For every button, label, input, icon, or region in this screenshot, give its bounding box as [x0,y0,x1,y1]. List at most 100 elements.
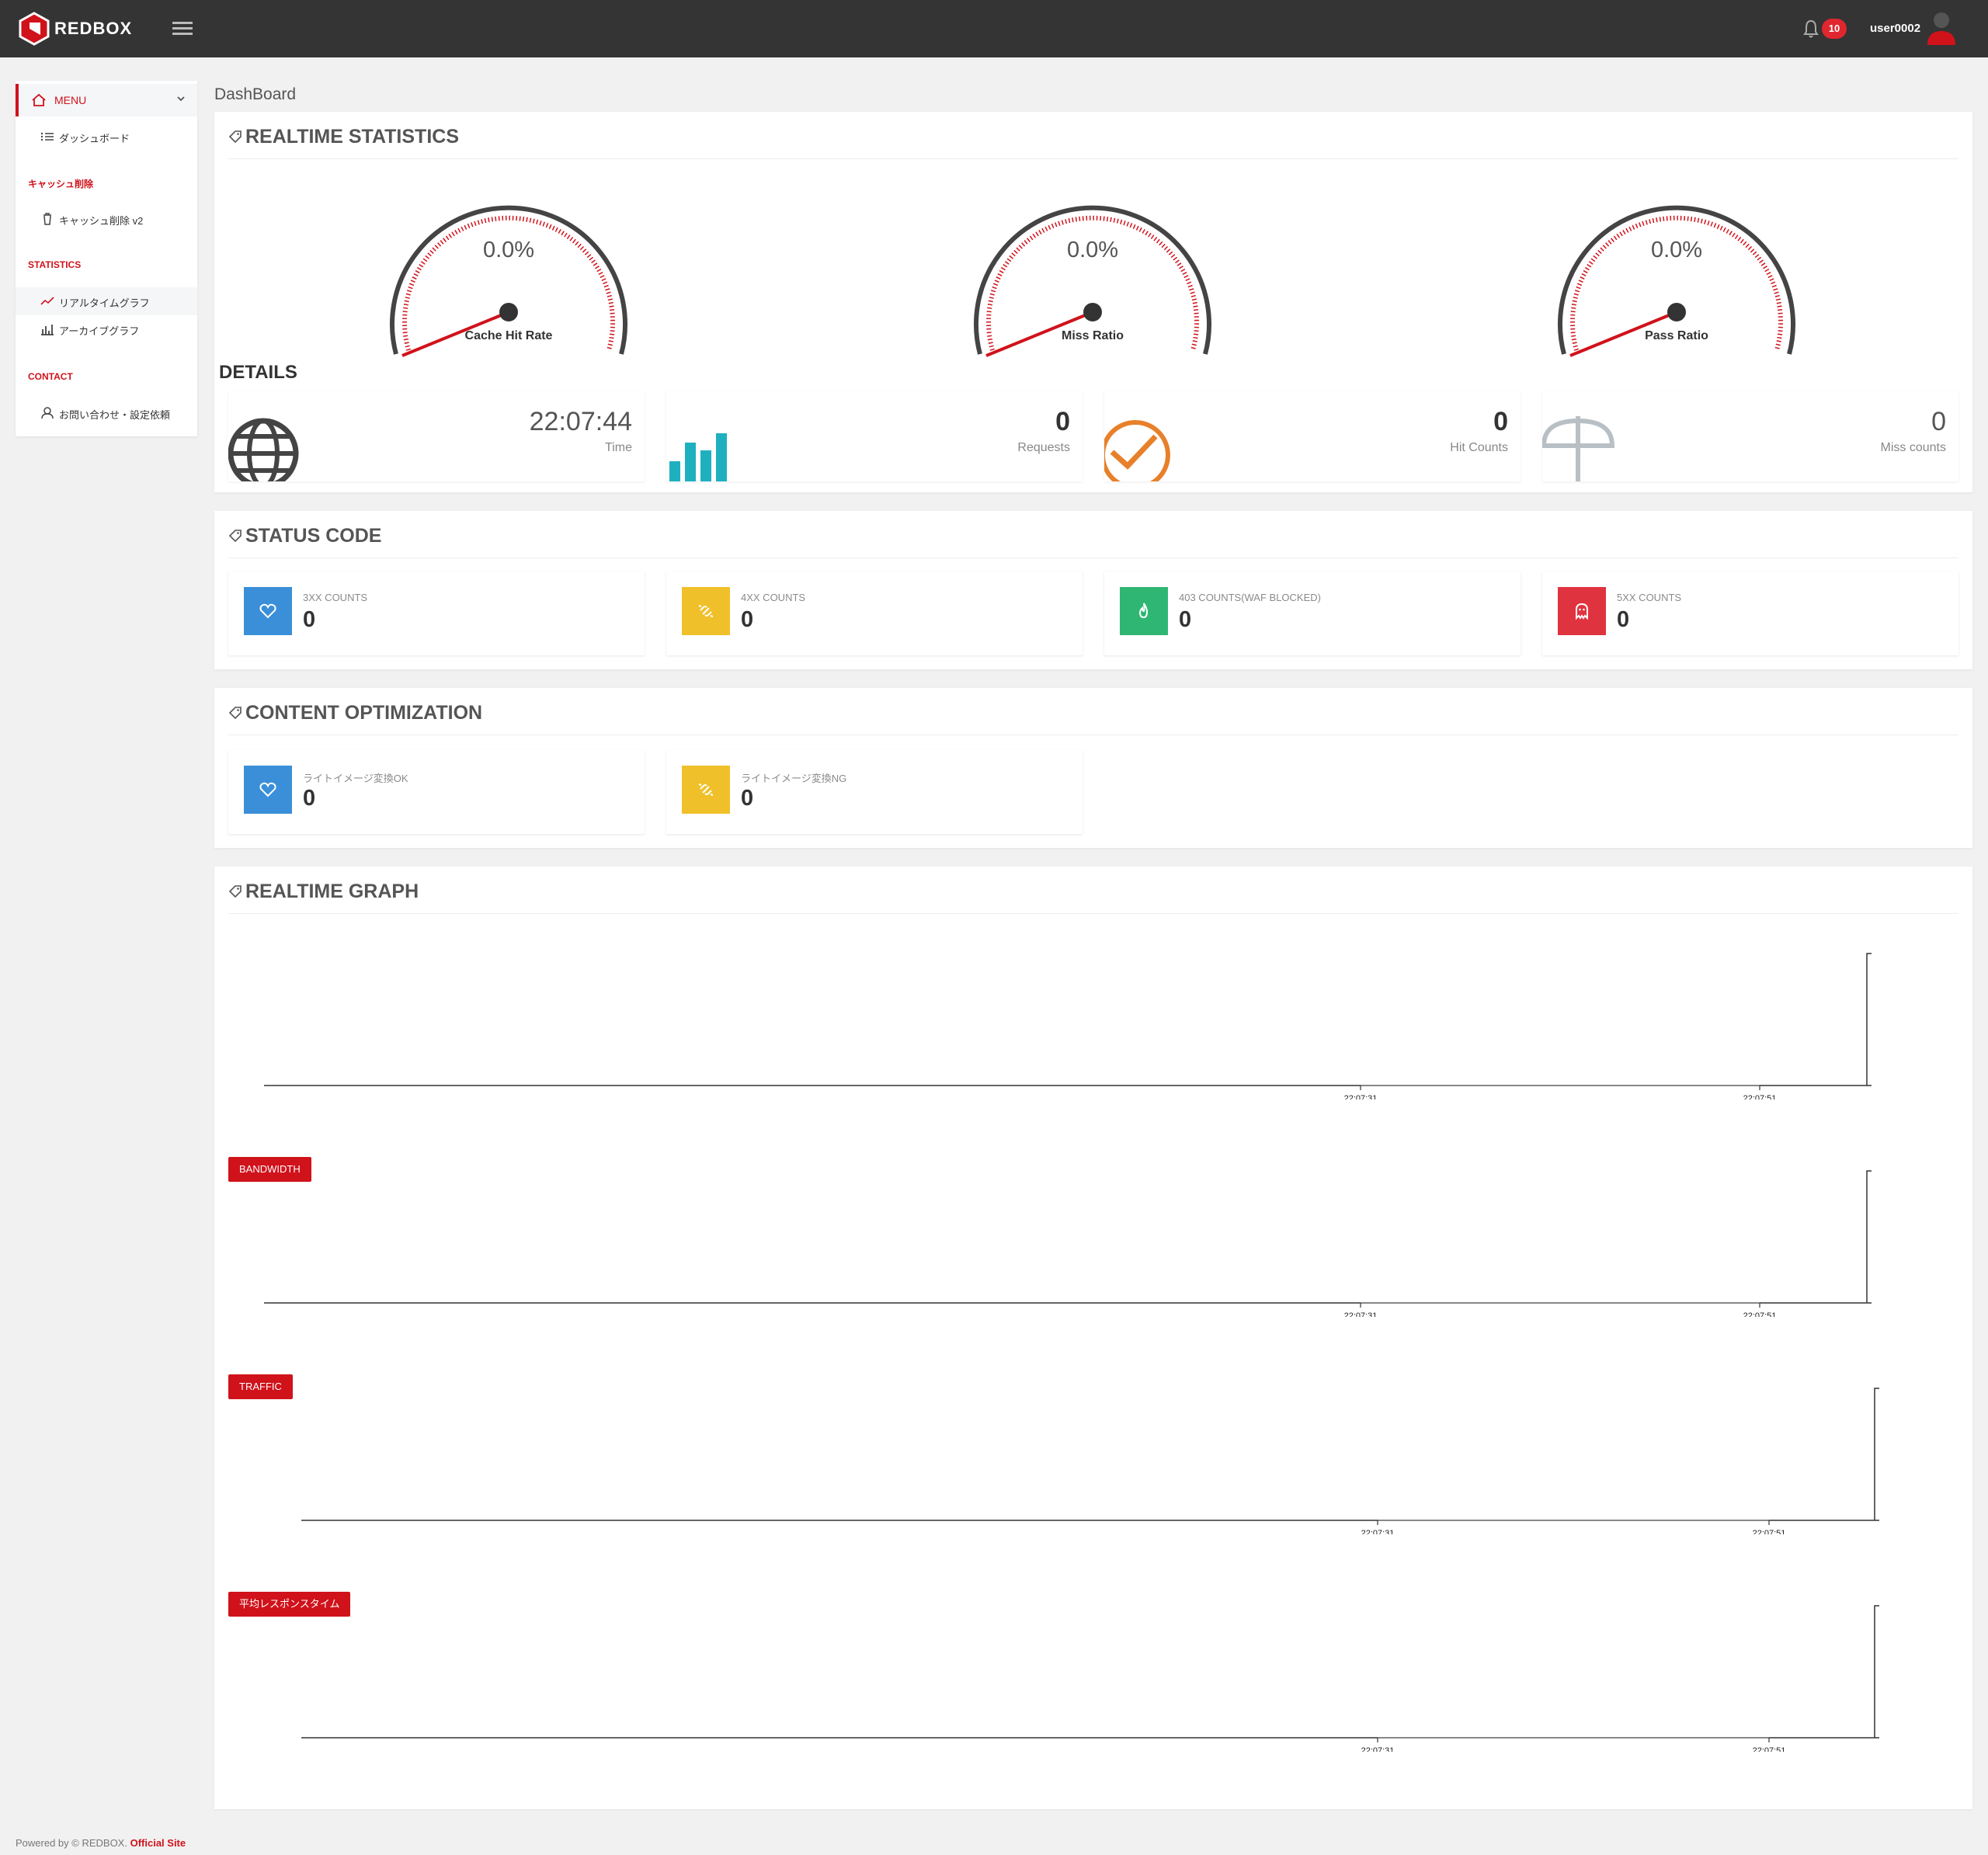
gauge-label: Miss Ratio [1061,329,1124,342]
x-tick-label: 22:07:31 [1361,1746,1395,1752]
top-bar: REDBOX 10 user0002 [0,0,1988,57]
content-optimization-panel: CONTENT OPTIMIZATION ライトイメージ変換OK 0 ライトイメ… [214,688,1972,848]
stat-card-light-image-ok: ライトイメージ変換OK 0 [228,750,645,834]
sidebar-section-contact: CONTACT [28,371,73,382]
divider [228,913,1958,914]
panel-title: REALTIME GRAPH [228,881,419,907]
hamburger-menu-icon[interactable] [172,19,193,39]
line-chart-icon [40,297,54,305]
fire-icon [1138,603,1149,619]
stat-value: 0 [303,607,316,632]
footer-text: Powered by © REDBOX. [16,1837,127,1849]
stat-value: 0 [741,607,754,632]
stat-icon-box [244,766,292,814]
sidebar-item-contact[interactable]: お問い合わせ・設定依頼 [16,399,197,427]
brand-logo[interactable]: REDBOX [19,11,132,47]
stat-icon-box [682,766,730,814]
stat-card-5xx: 5XX COUNTS 0 [1542,571,1958,655]
detail-card-hit-counts: 0 Hit Counts [1104,391,1521,481]
sidebar-item-label: ダッシュボード [59,133,130,144]
gauge-dial [1558,205,1795,357]
detail-value: 22:07:44 [529,407,632,436]
sidebar: MENU ダッシュボード キャッシュ削除 キャッシュ削除 v2 STATISTI… [16,81,197,436]
bandwidth-chart: 22:07:31 22:07:51 [264,1170,1872,1317]
stat-card-403-waf: 403 COUNTS(WAF BLOCKED) 0 [1104,571,1521,655]
stat-label: 5XX COUNTS [1617,592,1682,603]
bell-icon[interactable] [1802,19,1820,39]
gauge-dial [974,205,1211,357]
tag-icon [228,130,242,144]
trash-icon [43,213,51,225]
sidebar-item-cache-purge-v2[interactable]: キャッシュ削除 v2 [16,205,197,233]
ghost-icon [1576,603,1588,620]
gauge-value: 0.0% [1650,238,1703,262]
list-icon [40,132,54,141]
globe-icon [228,418,299,481]
detail-card-requests: 0 Requests [666,391,1083,481]
sidebar-item-label: リアルタイムグラフ [59,297,150,309]
avatar[interactable] [1924,11,1958,47]
x-tick-label: 22:07:51 [1753,1529,1786,1534]
username[interactable]: user0002 [1870,22,1920,35]
broken-link-icon [698,605,714,617]
detail-card-time: 22:07:44 Time [228,391,645,481]
y-axis [1874,1605,1879,1738]
footer: Powered by © REDBOX. Official Site [16,1837,186,1849]
gauge-miss-ratio: 0.0% Miss Ratio [964,191,1221,377]
traffic-chart: 22:07:31 22:07:51 [301,1388,1879,1534]
gauge-value: 0.0% [482,238,535,262]
stat-label: 403 COUNTS(WAF BLOCKED) [1179,592,1321,603]
sidebar-item-dashboard[interactable]: ダッシュボード [16,123,197,151]
panel-title: REALTIME STATISTICS [228,126,459,152]
stat-label: ライトイメージ変換OK [303,773,408,784]
sidebar-section-cache: キャッシュ削除 [28,179,94,189]
sidebar-item-label: お問い合わせ・設定依頼 [59,409,171,421]
official-site-link[interactable]: Official Site [130,1837,186,1849]
divider [228,158,1958,159]
stat-card-4xx: 4XX COUNTS 0 [666,571,1083,655]
detail-caption: Requests [1017,441,1070,454]
y-axis [1866,1170,1872,1303]
sidebar-section-statistics: STATISTICS [28,259,82,270]
notification-badge[interactable]: 10 [1822,19,1847,39]
sidebar-item-realtime-graph[interactable]: リアルタイムグラフ [16,287,197,315]
gauge-label: Pass Ratio [1645,329,1708,342]
stat-label: 3XX COUNTS [303,592,368,603]
details-title: DETAILS [219,362,297,383]
x-tick-label: 22:07:31 [1361,1529,1395,1534]
stat-card-light-image-ng: ライトイメージ変換NG 0 [666,750,1083,834]
stat-value: 0 [1179,607,1192,632]
chevron-down-icon [177,96,185,102]
heart-icon [259,782,276,797]
brand-name: REDBOX [54,19,133,38]
tag-icon [228,707,242,720]
tag-icon [228,530,242,543]
detail-card-miss-counts: 0 Miss counts [1542,391,1958,481]
gauge-label: Cache Hit Rate [464,329,553,342]
umbrella-icon [1542,416,1615,481]
sidebar-item-archive-graph[interactable]: アーカイブグラフ [16,315,197,343]
stat-icon-box [1120,587,1168,635]
sidebar-menu-label: MENU [54,94,87,106]
sidebar-item-label: キャッシュ削除 v2 [59,215,144,227]
stat-label: ライトイメージ変換NG [741,773,847,784]
realtime-graph-panel: REALTIME GRAPH 22:07:31 22:07:51 BANDWIDT… [214,867,1972,1809]
bar-chart-icon [669,433,727,481]
x-tick-label: 22:07:31 [1344,1311,1378,1317]
breadcrumb: DashBoard [214,85,297,103]
gauge-value: 0.0% [1066,238,1119,262]
sidebar-menu-toggle[interactable]: MENU [16,84,197,116]
realtime-statistics-panel: REALTIME STATISTICS 0.0% Cache Hit Rate … [214,112,1972,492]
avg-response-time-chart: 22:07:31 22:07:51 [301,1605,1879,1752]
stat-value: 0 [303,786,316,811]
stat-icon-box [1558,587,1606,635]
panel-title: STATUS CODE [228,525,381,551]
home-icon [32,93,46,106]
stat-value: 0 [1617,607,1630,632]
x-tick-label: 22:07:51 [1743,1094,1777,1099]
detail-value: 0 [1055,407,1070,436]
heart-icon [259,603,276,619]
realtime-graph-chart: 22:07:31 22:07:51 [264,953,1872,1099]
stat-label: 4XX COUNTS [741,592,806,603]
x-tick-label: 22:07:51 [1753,1746,1786,1752]
